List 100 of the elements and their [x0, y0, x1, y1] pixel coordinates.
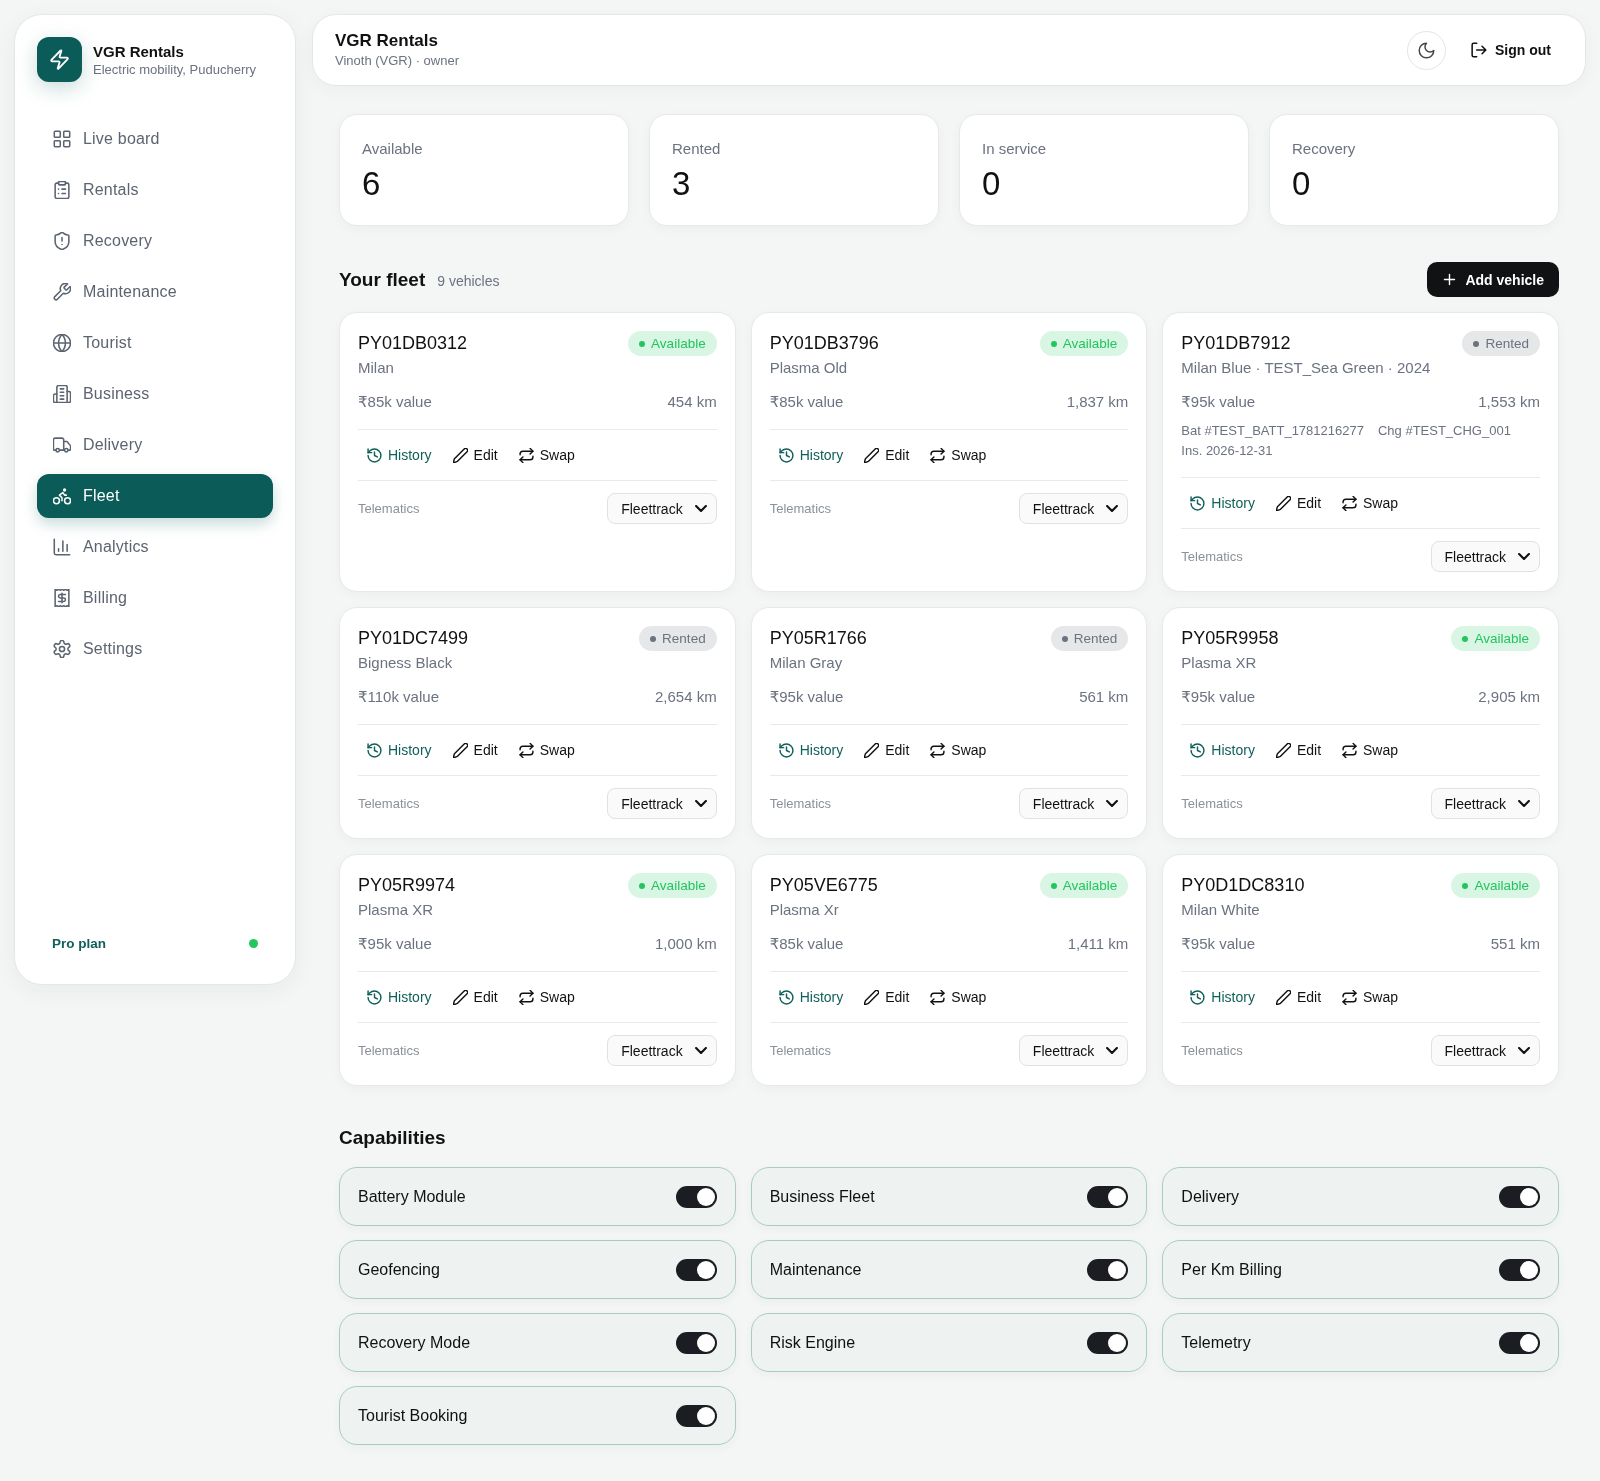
toggle-switch[interactable]: [1499, 1331, 1540, 1354]
toggle-switch[interactable]: [1087, 1185, 1129, 1208]
vehicle-plate: PY05R9974: [358, 874, 456, 897]
edit-button[interactable]: Edit: [443, 443, 507, 467]
capability-label: Delivery: [1181, 1187, 1240, 1206]
clipboard-icon: [53, 181, 71, 199]
nav-item[interactable]: Maintenance: [37, 270, 273, 314]
nav-item[interactable]: Billing: [37, 576, 273, 620]
history-button[interactable]: History: [358, 985, 441, 1009]
swap-arrows-icon: [1342, 742, 1357, 758]
telematics-select[interactable]: Fleettrack: [1018, 493, 1129, 524]
history-button[interactable]: History: [1181, 491, 1264, 515]
nav-item[interactable]: Fleet: [37, 474, 273, 518]
vehicle-plate: PY05R9958: [1181, 627, 1279, 650]
edit-button[interactable]: Edit: [855, 443, 919, 467]
toggle-switch[interactable]: [1499, 1185, 1540, 1208]
swap-button[interactable]: Swap: [1333, 491, 1408, 515]
chevron-down-icon: [1518, 800, 1530, 807]
nav-item[interactable]: Business: [37, 372, 273, 416]
swap-button[interactable]: Swap: [509, 443, 584, 467]
history-button[interactable]: History: [769, 443, 853, 467]
telematics-select[interactable]: Fleettrack: [607, 788, 717, 819]
settings-icon: [53, 640, 71, 658]
chevron-down-icon: [694, 800, 707, 807]
nav-item[interactable]: Rentals: [37, 168, 273, 212]
nav-item[interactable]: Recovery: [37, 219, 273, 263]
vehicle-distance: 1,553 km: [1478, 392, 1540, 412]
edit-button[interactable]: Edit: [1266, 738, 1330, 762]
history-button[interactable]: History: [1181, 985, 1264, 1009]
history-button[interactable]: History: [358, 443, 441, 467]
edit-button[interactable]: Edit: [855, 738, 919, 762]
edit-button[interactable]: Edit: [443, 985, 507, 1009]
sign-out-button[interactable]: Sign out: [1463, 36, 1559, 64]
chevron-down-icon: [1518, 1047, 1530, 1054]
vehicle-plate: PY0D1DC8310: [1181, 874, 1305, 897]
toggle-switch[interactable]: [675, 1185, 717, 1208]
history-button[interactable]: History: [769, 738, 853, 762]
telematics-select[interactable]: Fleettrack: [1018, 788, 1129, 819]
vehicle-distance: 1,411 km: [1067, 934, 1129, 954]
telematics-label: Telematics: [358, 501, 420, 516]
telematics-select[interactable]: Fleettrack: [1430, 541, 1540, 572]
edit-button[interactable]: Edit: [1266, 491, 1330, 515]
vehicle-distance: 1,837 km: [1066, 392, 1129, 412]
wrench-icon: [53, 283, 71, 301]
toggle-switch[interactable]: [675, 1404, 717, 1427]
swap-arrows-icon: [518, 742, 534, 758]
telematics-select[interactable]: Fleettrack: [1430, 788, 1540, 819]
plan-label: Pro plan: [52, 935, 106, 951]
history-icon: [778, 742, 794, 758]
nav-item[interactable]: Live board: [37, 117, 273, 161]
telematics-select[interactable]: Fleettrack: [607, 493, 717, 524]
capability-label: Maintenance: [769, 1260, 862, 1279]
toggle-switch[interactable]: [1087, 1331, 1129, 1354]
status-text: Rented: [1485, 336, 1529, 351]
vehicle-value: ₹85k value: [769, 392, 844, 412]
history-button[interactable]: History: [358, 738, 441, 762]
telematics-select[interactable]: Fleettrack: [1018, 1035, 1129, 1066]
add-vehicle-button[interactable]: Add vehicle: [1427, 262, 1559, 297]
edit-button[interactable]: Edit: [855, 985, 919, 1009]
capability-label: Telemetry: [1181, 1333, 1251, 1352]
status-text: Rented: [1073, 631, 1118, 646]
swap-button[interactable]: Swap: [1333, 738, 1408, 762]
section-title: Your fleet: [339, 268, 426, 291]
toggle-switch[interactable]: [675, 1258, 717, 1281]
swap-arrows-icon: [1342, 495, 1357, 511]
vehicle-model: Milan Blue · TEST_Sea Green · 2024: [1181, 358, 1431, 378]
toggle-switch[interactable]: [1499, 1258, 1540, 1281]
building-icon: [53, 385, 71, 403]
vehicle-plate: PY05R1766: [769, 627, 867, 650]
telematics-select[interactable]: Fleettrack: [607, 1035, 717, 1066]
truck-icon: [53, 436, 71, 454]
nav-item[interactable]: Delivery: [37, 423, 273, 467]
toggle-switch[interactable]: [675, 1331, 717, 1354]
vehicle-model: Plasma Old: [769, 358, 849, 378]
swap-button[interactable]: Swap: [509, 985, 584, 1009]
swap-button[interactable]: Swap: [921, 443, 996, 467]
edit-button[interactable]: Edit: [1266, 985, 1330, 1009]
telematics-select[interactable]: Fleettrack: [1430, 1035, 1540, 1066]
nav-item[interactable]: Analytics: [37, 525, 273, 569]
swap-button[interactable]: Swap: [1333, 985, 1408, 1009]
history-button[interactable]: History: [1181, 738, 1264, 762]
vehicle-model: Plasma Xr: [769, 900, 840, 920]
history-button[interactable]: History: [769, 985, 853, 1009]
history-icon: [778, 989, 794, 1005]
swap-button[interactable]: Swap: [921, 985, 996, 1009]
theme-toggle-button[interactable]: [1407, 30, 1446, 70]
chevron-down-icon: [1106, 1047, 1119, 1054]
toggle-switch[interactable]: [1087, 1258, 1129, 1281]
vehicle-model: Milan White: [1181, 900, 1261, 920]
nav-item[interactable]: Tourist: [37, 321, 273, 365]
history-icon: [367, 989, 382, 1005]
stat-value: 0: [982, 164, 1002, 204]
telematics-label: Telematics: [769, 1043, 832, 1058]
nav-item[interactable]: Settings: [37, 627, 273, 671]
swap-button[interactable]: Swap: [509, 738, 584, 762]
edit-button[interactable]: Edit: [443, 738, 507, 762]
swap-button[interactable]: Swap: [921, 738, 996, 762]
globe-icon: [53, 334, 71, 352]
pencil-icon: [452, 989, 468, 1005]
vehicle-detail: Chg #TEST_CHG_001: [1377, 422, 1511, 440]
